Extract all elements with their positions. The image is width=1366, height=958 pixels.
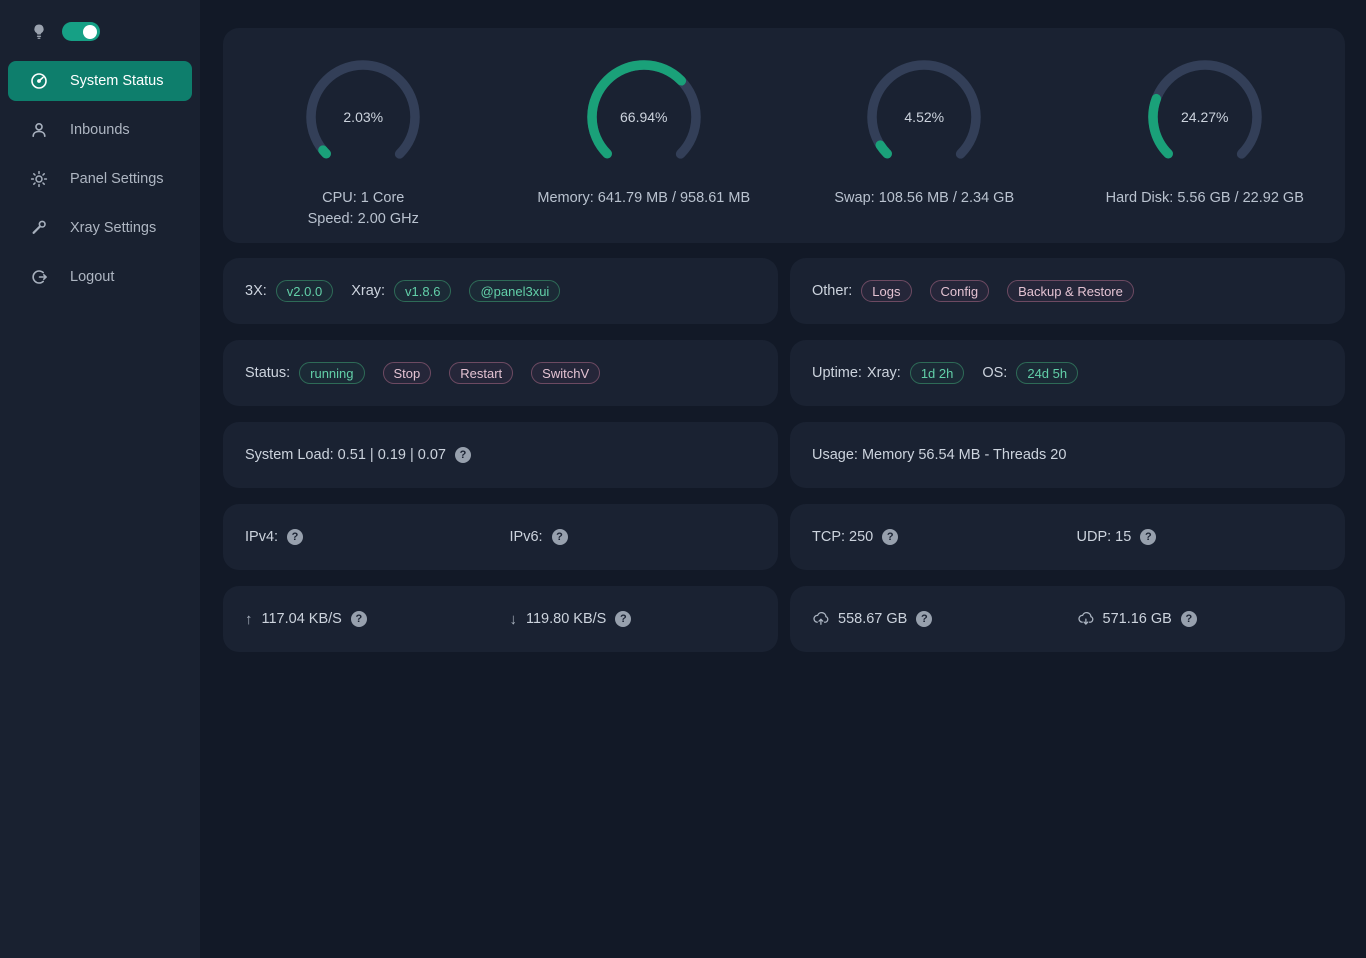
disk-gauge: 24.27% Hard Disk: 5.56 GB / 22.92 GB — [1070, 57, 1340, 209]
tcp-section: TCP: 250 ? — [812, 529, 1068, 545]
total-upload-text: 558.67 GB — [838, 611, 907, 627]
upload-speed-section: ↑ 117.04 KB/S ? — [245, 611, 501, 628]
logout-icon — [30, 268, 48, 286]
sidebar-item-label: Inbounds — [70, 122, 130, 138]
arrow-up-icon: ↑ — [245, 611, 253, 628]
3x-label: 3X: — [245, 283, 267, 299]
ipv4-section: IPv4: ? — [245, 529, 501, 545]
total-upload-section: 558.67 GB ? — [812, 611, 1068, 627]
uptime-xray-label: Xray: — [867, 365, 901, 381]
usage-card: Usage: Memory 56.54 MB - Threads 20 — [790, 422, 1345, 488]
xray-version-tag[interactable]: v1.8.6 — [394, 280, 451, 302]
arrow-down-icon: ↓ — [510, 611, 518, 628]
dark-mode-toggle[interactable] — [62, 22, 100, 41]
dashboard-icon — [30, 72, 48, 90]
backup-restore-button[interactable]: Backup & Restore — [1007, 280, 1134, 302]
disk-gauge-arc: 24.27% — [1145, 57, 1265, 177]
main-content: 2.03% CPU: 1 Core Speed: 2.00 GHz 66.94%… — [200, 0, 1366, 958]
memory-gauge-percent: 66.94% — [584, 57, 704, 177]
restart-button[interactable]: Restart — [449, 362, 513, 384]
cpu-gauge-caption: CPU: 1 Core Speed: 2.00 GHz — [308, 188, 419, 230]
gear-icon — [30, 170, 48, 188]
swap-gauge-percent: 4.52% — [864, 57, 984, 177]
download-speed-text: 119.80 KB/S — [526, 611, 606, 627]
logs-button[interactable]: Logs — [861, 280, 911, 302]
tcp-help-icon[interactable]: ? — [882, 529, 898, 545]
speed-card: ↑ 117.04 KB/S ? ↓ 119.80 KB/S ? — [223, 586, 778, 652]
other-label: Other: — [812, 283, 852, 299]
udp-section: UDP: 15 ? — [1077, 529, 1333, 545]
memory-gauge-arc: 66.94% — [584, 57, 704, 177]
uptime-os-label: OS: — [982, 365, 1007, 381]
telegram-tag[interactable]: @panel3xui — [469, 280, 560, 302]
sidebar-item-label: Logout — [70, 269, 114, 285]
cpu-gauge: 2.03% CPU: 1 Core Speed: 2.00 GHz — [228, 57, 498, 230]
stop-button[interactable]: Stop — [383, 362, 432, 384]
udp-help-icon[interactable]: ? — [1140, 529, 1156, 545]
sidebar-item-logout[interactable]: Logout — [8, 257, 192, 297]
total-download-help-icon[interactable]: ? — [1181, 611, 1197, 627]
upload-speed-help-icon[interactable]: ? — [351, 611, 367, 627]
cloud-download-icon — [1077, 611, 1094, 627]
tcp-count-text: TCP: 250 — [812, 529, 873, 545]
cloud-upload-icon — [812, 611, 829, 627]
config-button[interactable]: Config — [930, 280, 990, 302]
disk-gauge-caption: Hard Disk: 5.56 GB / 22.92 GB — [1106, 188, 1304, 209]
sidebar-item-system-status[interactable]: System Status — [8, 61, 192, 101]
total-download-text: 571.16 GB — [1103, 611, 1172, 627]
theme-toggle-row — [0, 18, 200, 61]
memory-gauge: 66.94% Memory: 641.79 MB / 958.61 MB — [509, 57, 779, 209]
switch-version-button[interactable]: SwitchV — [531, 362, 600, 384]
ipv6-help-icon[interactable]: ? — [552, 529, 568, 545]
xray-uptime-badge: 1d 2h — [910, 362, 965, 384]
system-load-text: System Load: 0.51 | 0.19 | 0.07 — [245, 447, 446, 463]
total-upload-help-icon[interactable]: ? — [916, 611, 932, 627]
udp-count-text: UDP: 15 — [1077, 529, 1132, 545]
cpu-gauge-percent: 2.03% — [303, 57, 423, 177]
totals-card: 558.67 GB ? 571.16 GB ? — [790, 586, 1345, 652]
usage-text: Usage: Memory 56.54 MB - Threads 20 — [812, 447, 1066, 463]
cpu-gauge-arc: 2.03% — [303, 57, 423, 177]
ipv4-label: IPv4: — [245, 529, 278, 545]
download-speed-section: ↓ 119.80 KB/S ? — [510, 611, 766, 628]
sidebar-item-inbounds[interactable]: Inbounds — [8, 110, 192, 150]
swap-gauge-arc: 4.52% — [864, 57, 984, 177]
info-cards-grid: 3X: v2.0.0 Xray: v1.8.6 @panel3xui Other… — [223, 258, 1345, 652]
sidebar-item-label: Xray Settings — [70, 220, 156, 236]
version-card: 3X: v2.0.0 Xray: v1.8.6 @panel3xui — [223, 258, 778, 324]
ip-card: IPv4: ? IPv6: ? — [223, 504, 778, 570]
system-load-help-icon[interactable]: ? — [455, 447, 471, 463]
status-card: Status: running Stop Restart SwitchV — [223, 340, 778, 406]
wrench-icon — [30, 219, 48, 237]
other-card: Other: Logs Config Backup & Restore — [790, 258, 1345, 324]
lightbulb-icon — [30, 23, 48, 41]
ipv6-section: IPv6: ? — [510, 529, 766, 545]
connections-card: TCP: 250 ? UDP: 15 ? — [790, 504, 1345, 570]
user-icon — [30, 121, 48, 139]
toggle-knob — [83, 25, 97, 39]
system-load-card: System Load: 0.51 | 0.19 | 0.07 ? — [223, 422, 778, 488]
total-download-section: 571.16 GB ? — [1077, 611, 1333, 627]
ipv6-label: IPv6: — [510, 529, 543, 545]
os-uptime-badge: 24d 5h — [1016, 362, 1078, 384]
panel-version-tag[interactable]: v2.0.0 — [276, 280, 333, 302]
sidebar-item-xray-settings[interactable]: Xray Settings — [8, 208, 192, 248]
status-running-badge: running — [299, 362, 364, 384]
sidebar-item-label: Panel Settings — [70, 171, 164, 187]
upload-speed-text: 117.04 KB/S — [262, 611, 342, 627]
xray-label: Xray: — [351, 283, 385, 299]
uptime-card: Uptime: Xray: 1d 2h OS: 24d 5h — [790, 340, 1345, 406]
sidebar: System Status Inbounds Panel Settings Xr… — [0, 0, 200, 958]
disk-gauge-percent: 24.27% — [1145, 57, 1265, 177]
swap-gauge: 4.52% Swap: 108.56 MB / 2.34 GB — [789, 57, 1059, 209]
system-gauges-card: 2.03% CPU: 1 Core Speed: 2.00 GHz 66.94%… — [223, 28, 1345, 243]
ipv4-help-icon[interactable]: ? — [287, 529, 303, 545]
memory-gauge-caption: Memory: 641.79 MB / 958.61 MB — [537, 188, 750, 209]
swap-gauge-caption: Swap: 108.56 MB / 2.34 GB — [834, 188, 1014, 209]
sidebar-item-label: System Status — [70, 73, 163, 89]
sidebar-item-panel-settings[interactable]: Panel Settings — [8, 159, 192, 199]
status-label: Status: — [245, 365, 290, 381]
download-speed-help-icon[interactable]: ? — [615, 611, 631, 627]
uptime-label: Uptime: — [812, 365, 862, 381]
